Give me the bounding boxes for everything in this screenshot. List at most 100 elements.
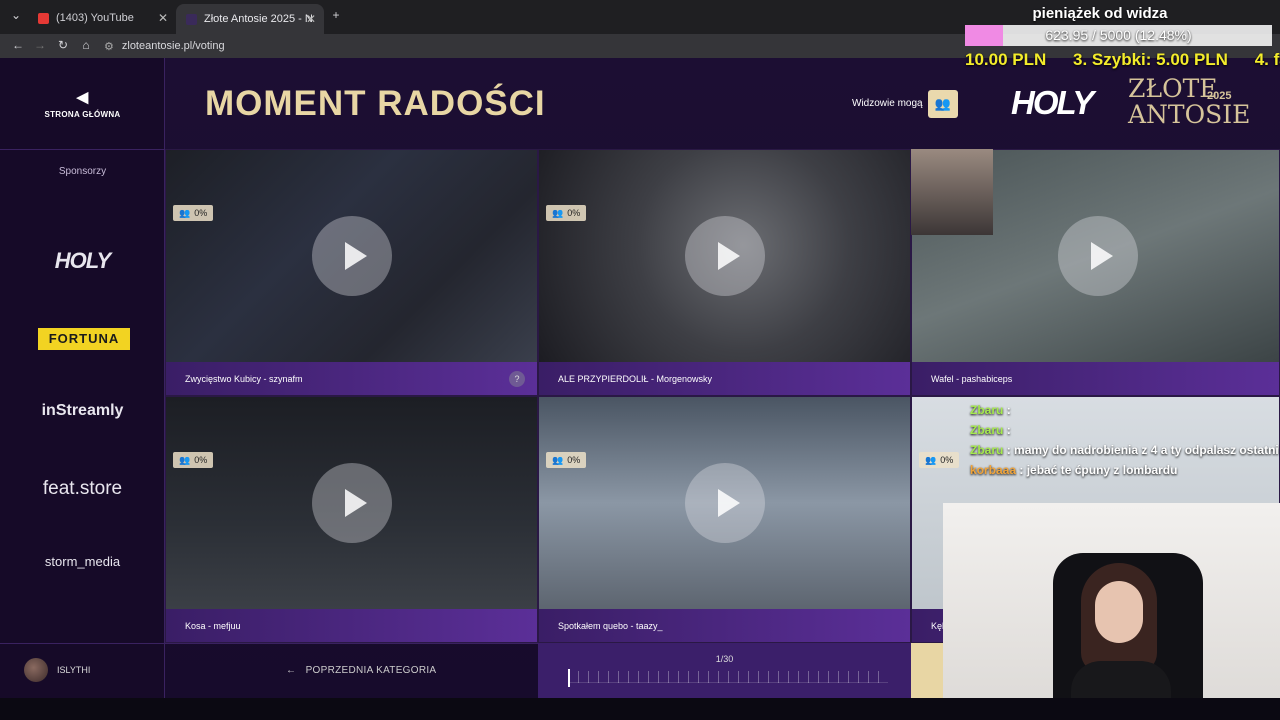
pager-current-marker[interactable] — [568, 669, 570, 687]
chat-line: Zbaru : — [970, 420, 1280, 440]
donation-goal-overlay: pieniążek od widza 623.95 / 5000 (12.48%… — [965, 0, 1280, 75]
play-icon[interactable] — [312, 216, 392, 296]
chat-user: Zbaru — [970, 423, 1004, 437]
logo-word: ZŁOTE — [1128, 74, 1218, 103]
vote-percent: 0% — [194, 455, 208, 465]
viewers-label: Widzowie mogą — [852, 98, 923, 109]
page-title: MOMENT RADOŚCI — [205, 84, 546, 123]
vote-percent-badge: 👥0% — [546, 452, 587, 468]
tab-label: (1403) YouTube — [56, 12, 134, 24]
clip-card[interactable]: 👥 0% Zwycięstwo Kubicy - szynafm ? — [165, 149, 538, 396]
ticker-item: 4. fara — [1254, 50, 1280, 69]
users-icon: 👥 — [552, 455, 564, 465]
url-field[interactable]: ⚙ zloteantosie.pl/voting — [104, 34, 954, 58]
play-icon[interactable] — [312, 463, 392, 543]
back-icon[interactable]: ← — [10, 38, 26, 52]
sponsor-stormmedia-logo[interactable]: storm_media — [0, 554, 165, 569]
arrow-left-icon: ◀ — [76, 89, 89, 106]
face — [1095, 581, 1143, 643]
home-icon[interactable]: ⌂ — [78, 38, 94, 52]
vote-percent-badge: 👥0% — [546, 205, 587, 221]
sponsors-title: Sponsorzy — [58, 166, 107, 177]
close-tab-icon[interactable]: ✕ — [306, 12, 316, 26]
new-tab-button[interactable]: + — [328, 8, 344, 22]
vote-percent: 0% — [567, 208, 581, 218]
close-tab-icon[interactable]: ✕ — [158, 11, 168, 25]
chat-user: Zbaru — [970, 403, 1004, 417]
chat-user: korbaaa — [970, 463, 1017, 477]
play-icon[interactable] — [685, 463, 765, 543]
logo-year: 2025 — [1207, 90, 1232, 102]
logo-word: ANTOSIE — [1128, 100, 1251, 129]
streamer-webcam — [943, 503, 1280, 720]
vote-percent: 0% — [940, 455, 954, 465]
donation-title: pieniążek od widza — [1032, 5, 1168, 22]
play-icon[interactable] — [685, 216, 765, 296]
vote-percent: 0% — [567, 455, 581, 465]
clip-caption: Kosa - mefjuu — [166, 609, 537, 642]
chat-line: Zbaru : — [970, 400, 1280, 420]
ticker-item: 10.00 PLN — [965, 50, 1047, 69]
sponsor-holy-logo[interactable]: HOLY — [0, 248, 165, 274]
users-icon: 👥 — [179, 455, 191, 465]
previous-category-button[interactable]: ← POPRZEDNIA KATEGORIA — [286, 665, 436, 676]
previous-category-label: POPRZEDNIA KATEGORIA — [305, 665, 437, 676]
chat-line: korbaaa : jebać te ćpuny z lombardu — [970, 460, 1280, 480]
forward-icon[interactable]: → — [32, 38, 48, 52]
vote-percent-badge: 👥0% — [919, 452, 960, 468]
chat-message: : — [1006, 423, 1011, 437]
chat-line: Zbaru : mamy do nadrobienia z 4 a ty odp… — [970, 440, 1280, 460]
home-link-label: STRONA GŁÓWNA — [44, 110, 121, 119]
bottom-bar — [0, 698, 1280, 720]
clip-caption: Wafel - pashabiceps — [912, 362, 1279, 395]
clip-card[interactable]: 👥 0% ALE PRZYPIERDOLIŁ - Morgenowsky — [538, 149, 911, 396]
sponsor-instreamly-logo[interactable]: inStreamly — [0, 402, 165, 420]
avatar — [24, 658, 48, 682]
vote-percent: 0% — [194, 208, 208, 218]
youtube-icon — [38, 12, 49, 24]
arrow-left-icon: ← — [286, 665, 303, 676]
vote-percent-badge: 👥0% — [173, 452, 214, 468]
tab-list-icon[interactable]: ⌄ — [8, 8, 24, 22]
users-icon: 👥 — [925, 455, 937, 465]
donation-progress-text: 623.95 / 5000 (12.48%) — [1045, 27, 1192, 43]
chat-user: Zbaru — [970, 443, 1004, 457]
url-text: zloteantosie.pl/voting — [121, 40, 225, 52]
users-icon: 👥 — [934, 96, 952, 111]
tab-zlote-antosie[interactable]: Złote Antosie 2025 - Najwięks ✕ — [176, 4, 324, 34]
sidebar: ◀ STRONA GŁÓWNA Sponsorzy HOLY FORTUNA i… — [0, 58, 165, 698]
tab-label: Złote Antosie 2025 - Najwięks — [204, 13, 312, 25]
donation-ticker: 10.00 PLN 3. Szybki: 5.00 PLN 4. fara — [965, 50, 1280, 70]
clip-caption: Spotkałem quebo - taazy_ — [539, 609, 910, 642]
clip-caption: ALE PRZYPIERDOLIŁ - Morgenowsky — [539, 362, 910, 395]
clip-card[interactable]: 👥 0% Spotkałem quebo - taazy_ — [538, 396, 911, 643]
user-name: ISLYTHI — [57, 665, 91, 675]
users-icon: 👥 — [552, 208, 564, 218]
users-icon: 👥 — [179, 208, 191, 218]
site-favicon-icon — [186, 13, 197, 25]
play-icon[interactable] — [1058, 216, 1138, 296]
sponsor-featstore-logo[interactable]: feat.store — [0, 478, 165, 500]
tab-youtube[interactable]: (1403) YouTube ✕ — [28, 6, 176, 30]
clip-caption: Zwycięstwo Kubicy - szynafm — [166, 362, 537, 395]
reload-icon[interactable]: ↻ — [55, 38, 71, 52]
streamer-facecam-clip — [911, 149, 993, 235]
ticker-item: 3. Szybki: 5.00 PLN — [1073, 50, 1228, 69]
chat-message: : — [1006, 403, 1011, 417]
viewers-vote-button[interactable]: 👥 — [928, 90, 958, 118]
chat-message: : jebać te ćpuny z lombardu — [1019, 463, 1178, 477]
chat-message: : mamy do nadrobienia z 4 a ty odpalasz … — [1006, 443, 1279, 457]
home-link[interactable]: ◀ STRONA GŁÓWNA — [0, 88, 165, 119]
clip-card[interactable]: 👥 0% Kosa - mefjuu — [165, 396, 538, 643]
chat-overlay: Zbaru : Zbaru : Zbaru : mamy do nadrobie… — [970, 400, 1280, 480]
holy-brand-logo: HOLY — [1011, 84, 1094, 121]
pager-count: 1/30 — [715, 654, 734, 664]
pager-track[interactable] — [568, 671, 888, 683]
site-info-icon[interactable]: ⚙ — [104, 40, 114, 53]
user-profile[interactable]: ISLYTHI — [24, 658, 90, 682]
category-pager: 1/30 — [538, 643, 911, 698]
vote-percent-badge: 👥0% — [173, 205, 214, 221]
help-icon[interactable]: ? — [509, 371, 525, 387]
donation-progress-bar: 623.95 / 5000 (12.48%) — [965, 25, 1272, 46]
sponsor-fortuna-logo[interactable]: FORTUNA — [38, 328, 130, 350]
